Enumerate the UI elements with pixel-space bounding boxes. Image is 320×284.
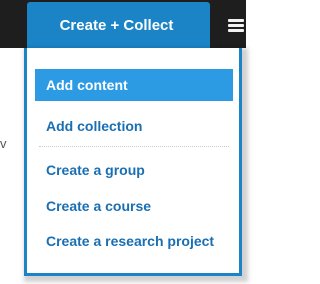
stack-icon[interactable] [226, 14, 246, 34]
menu-item-create-course[interactable]: Create a course [35, 190, 233, 222]
create-collect-button[interactable]: Create + Collect [27, 2, 210, 48]
create-collect-label: Create + Collect [59, 16, 174, 34]
menu-item-add-collection[interactable]: Add collection [35, 110, 233, 142]
menu-item-create-research-project[interactable]: Create a research project [35, 225, 233, 257]
menu-item-create-group[interactable]: Create a group [35, 154, 233, 186]
menu-item-add-content[interactable]: Add content [35, 69, 233, 101]
background-text-fragment: v [0, 136, 7, 151]
menu-item-label: Add content [46, 77, 128, 93]
top-navigation-bar: Create + Collect [0, 0, 246, 48]
menu-item-label: Create a course [46, 198, 152, 214]
menu-item-label: Create a group [46, 162, 145, 178]
menu-item-label: Add collection [46, 118, 143, 134]
create-collect-dropdown: Add content Add collection Create a grou… [24, 48, 242, 276]
menu-divider [39, 146, 229, 147]
menu-item-label: Create a research project [46, 233, 215, 249]
